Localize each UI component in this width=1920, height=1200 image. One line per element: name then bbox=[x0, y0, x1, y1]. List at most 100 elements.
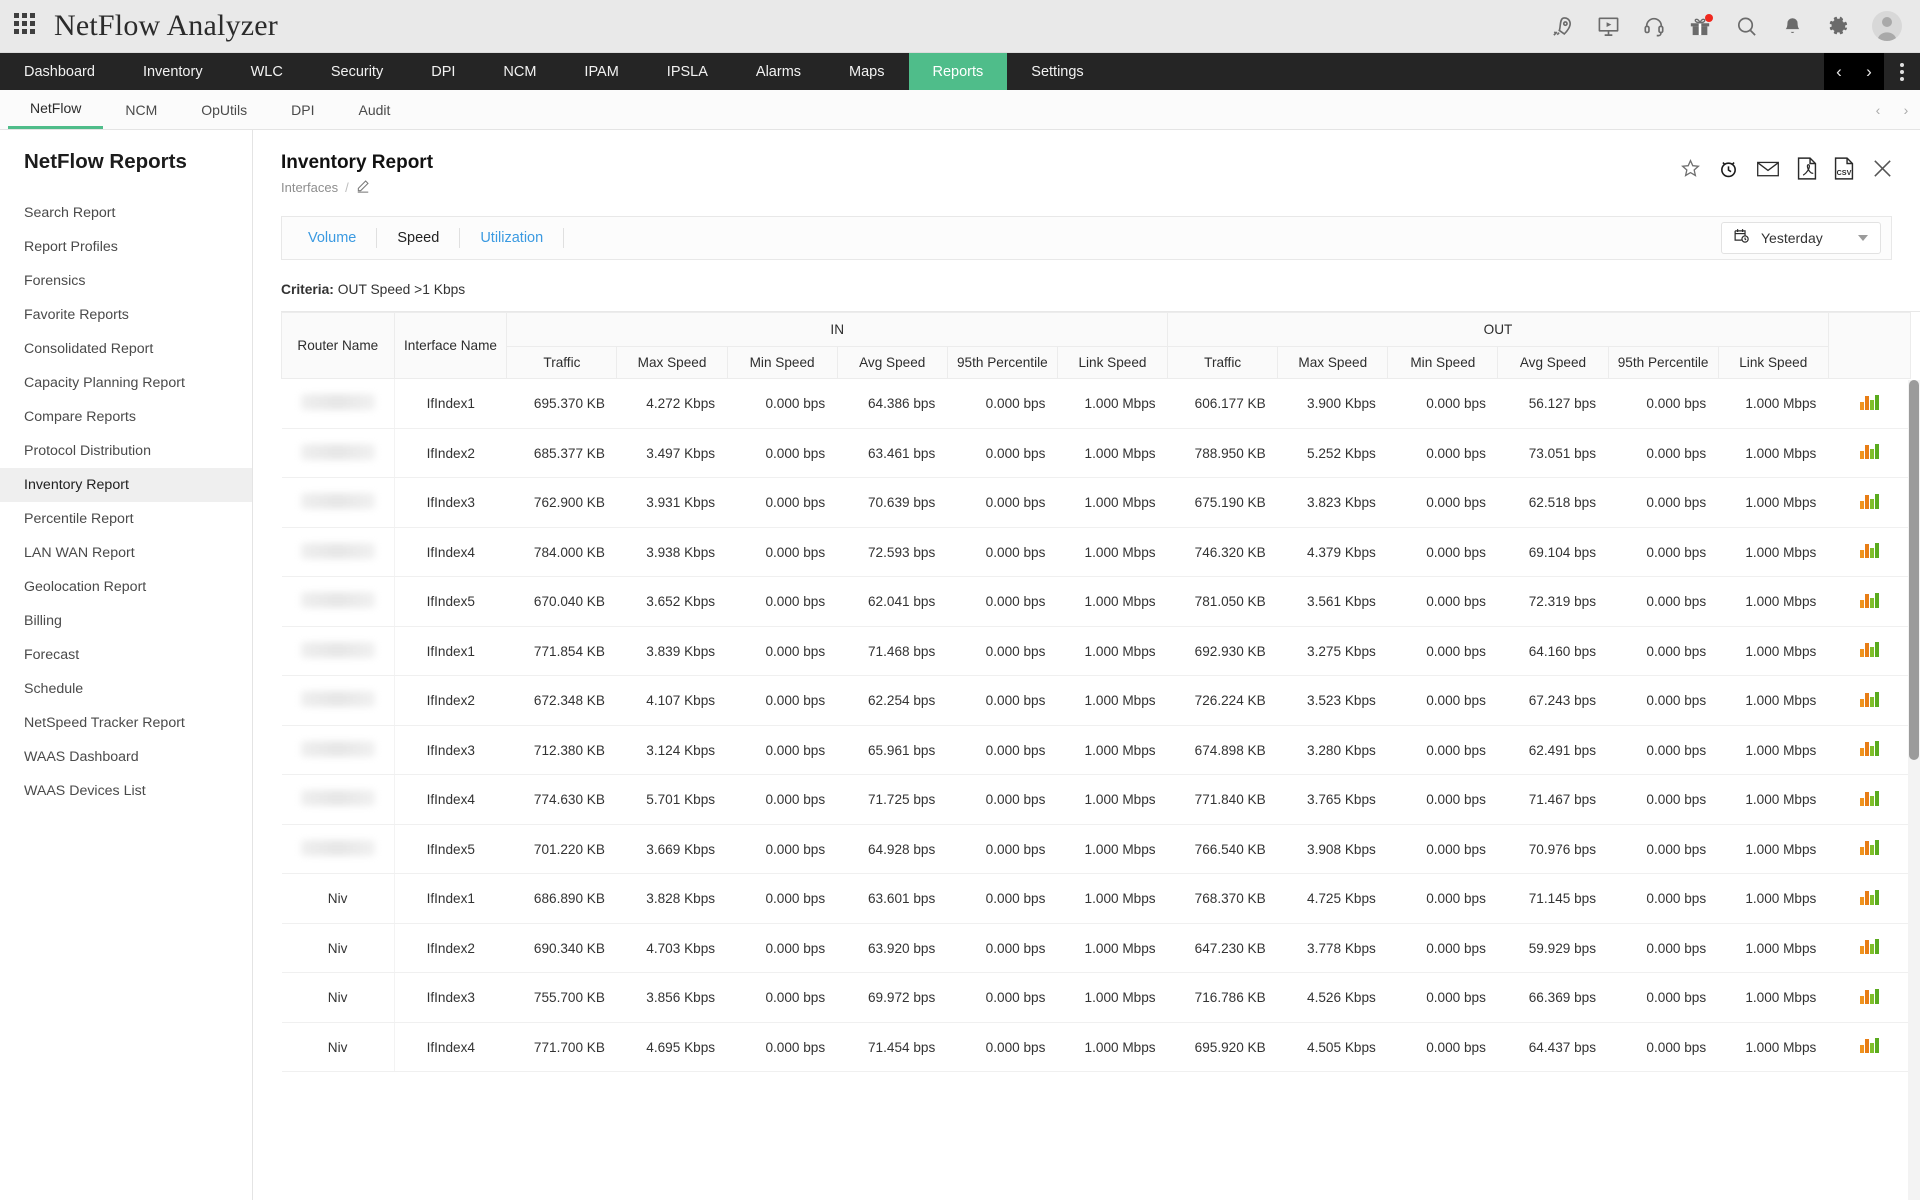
col-out-max-speed[interactable]: Max Speed bbox=[1278, 347, 1388, 379]
view-tab-volume[interactable]: Volume bbox=[288, 228, 377, 248]
nav-item-inventory[interactable]: Inventory bbox=[119, 53, 227, 90]
table-row[interactable]: NivIfIndex1686.890 KB3.828 Kbps0.000 bps… bbox=[282, 874, 1911, 924]
col-in-avg-speed[interactable]: Avg Speed bbox=[837, 347, 947, 379]
nav-item-ipsla[interactable]: IPSLA bbox=[643, 53, 732, 90]
headset-icon[interactable] bbox=[1642, 14, 1666, 38]
sidebar-item-compare-reports[interactable]: Compare Reports bbox=[0, 400, 252, 434]
bar-chart-icon[interactable] bbox=[1860, 890, 1879, 905]
table-row[interactable]: NivIfIndex2690.340 KB4.703 Kbps0.000 bps… bbox=[282, 923, 1911, 973]
sidebar-item-netspeed-tracker[interactable]: NetSpeed Tracker Report bbox=[0, 706, 252, 740]
bar-chart-icon[interactable] bbox=[1860, 494, 1879, 509]
gift-icon[interactable] bbox=[1688, 14, 1712, 38]
subnav-prev-icon[interactable]: ‹ bbox=[1864, 90, 1892, 129]
subnav-next-icon[interactable]: › bbox=[1892, 90, 1920, 129]
apps-grid-icon[interactable] bbox=[14, 13, 40, 39]
cell-chart-action[interactable] bbox=[1828, 874, 1910, 924]
table-row[interactable]: IfIndex5670.040 KB3.652 Kbps0.000 bps62.… bbox=[282, 577, 1911, 627]
nav-item-reports[interactable]: Reports bbox=[909, 53, 1008, 90]
star-icon[interactable] bbox=[1680, 158, 1701, 179]
pdf-icon[interactable] bbox=[1797, 157, 1817, 180]
sidebar-item-protocol-distribution[interactable]: Protocol Distribution bbox=[0, 434, 252, 468]
nav-prev-icon[interactable]: ‹ bbox=[1824, 53, 1854, 90]
bar-chart-icon[interactable] bbox=[1860, 395, 1879, 410]
nav-item-dashboard[interactable]: Dashboard bbox=[0, 53, 119, 90]
col-in-traffic[interactable]: Traffic bbox=[507, 347, 617, 379]
view-tab-speed[interactable]: Speed bbox=[377, 228, 460, 248]
table-row[interactable]: IfIndex3762.900 KB3.931 Kbps0.000 bps70.… bbox=[282, 478, 1911, 528]
close-icon[interactable] bbox=[1871, 157, 1894, 180]
vertical-scrollbar[interactable] bbox=[1908, 380, 1920, 1200]
col-out-link-speed[interactable]: Link Speed bbox=[1718, 347, 1828, 379]
bar-chart-icon[interactable] bbox=[1860, 1038, 1879, 1053]
bar-chart-icon[interactable] bbox=[1860, 444, 1879, 459]
sidebar-item-percentile-report[interactable]: Percentile Report bbox=[0, 502, 252, 536]
chevron-down-icon[interactable] bbox=[1858, 235, 1868, 241]
sidebar-item-schedule[interactable]: Schedule bbox=[0, 672, 252, 706]
col-out-min-speed[interactable]: Min Speed bbox=[1388, 347, 1498, 379]
sidebar-item-forecast[interactable]: Forecast bbox=[0, 638, 252, 672]
cell-chart-action[interactable] bbox=[1828, 379, 1910, 429]
sidebar-item-geolocation-report[interactable]: Geolocation Report bbox=[0, 570, 252, 604]
tab-ncm[interactable]: NCM bbox=[103, 90, 179, 129]
bar-chart-icon[interactable] bbox=[1860, 593, 1879, 608]
col-router-name[interactable]: Router Name bbox=[282, 313, 395, 379]
gear-icon[interactable] bbox=[1826, 14, 1850, 38]
date-range-picker[interactable]: Yesterday bbox=[1721, 222, 1881, 254]
table-row[interactable]: IfIndex4774.630 KB5.701 Kbps0.000 bps71.… bbox=[282, 775, 1911, 825]
bar-chart-icon[interactable] bbox=[1860, 642, 1879, 657]
sidebar-item-consolidated-report[interactable]: Consolidated Report bbox=[0, 332, 252, 366]
cell-chart-action[interactable] bbox=[1828, 577, 1910, 627]
breadcrumb-item[interactable]: Interfaces bbox=[281, 180, 338, 195]
nav-item-wlc[interactable]: WLC bbox=[227, 53, 307, 90]
bar-chart-icon[interactable] bbox=[1860, 939, 1879, 954]
bar-chart-icon[interactable] bbox=[1860, 791, 1879, 806]
cell-chart-action[interactable] bbox=[1828, 527, 1910, 577]
table-row[interactable]: NivIfIndex3755.700 KB3.856 Kbps0.000 bps… bbox=[282, 973, 1911, 1023]
cell-chart-action[interactable] bbox=[1828, 1022, 1910, 1072]
tab-netflow[interactable]: NetFlow bbox=[8, 90, 103, 129]
nav-item-security[interactable]: Security bbox=[307, 53, 407, 90]
sidebar-item-favorite-reports[interactable]: Favorite Reports bbox=[0, 298, 252, 332]
sidebar-item-lan-wan-report[interactable]: LAN WAN Report bbox=[0, 536, 252, 570]
table-row[interactable]: NivIfIndex4771.700 KB4.695 Kbps0.000 bps… bbox=[282, 1022, 1911, 1072]
report-table-container[interactable]: Router Name Interface Name IN OUT Traffi… bbox=[281, 311, 1920, 1200]
email-icon[interactable] bbox=[1756, 156, 1780, 180]
nav-item-maps[interactable]: Maps bbox=[825, 53, 908, 90]
presentation-icon[interactable] bbox=[1596, 14, 1620, 38]
cell-chart-action[interactable] bbox=[1828, 428, 1910, 478]
col-interface-name[interactable]: Interface Name bbox=[394, 313, 507, 379]
table-row[interactable]: IfIndex4784.000 KB3.938 Kbps0.000 bps72.… bbox=[282, 527, 1911, 577]
sidebar-item-inventory-report[interactable]: Inventory Report bbox=[0, 468, 252, 502]
tab-audit[interactable]: Audit bbox=[337, 90, 413, 129]
bar-chart-icon[interactable] bbox=[1860, 840, 1879, 855]
cell-chart-action[interactable] bbox=[1828, 824, 1910, 874]
col-in-max-speed[interactable]: Max Speed bbox=[617, 347, 727, 379]
nav-item-ncm[interactable]: NCM bbox=[479, 53, 560, 90]
table-row[interactable]: IfIndex5701.220 KB3.669 Kbps0.000 bps64.… bbox=[282, 824, 1911, 874]
view-tab-utilization[interactable]: Utilization bbox=[460, 228, 564, 248]
cell-chart-action[interactable] bbox=[1828, 676, 1910, 726]
col-out-traffic[interactable]: Traffic bbox=[1168, 347, 1278, 379]
nav-item-alarms[interactable]: Alarms bbox=[732, 53, 825, 90]
pencil-icon[interactable] bbox=[356, 179, 370, 196]
sidebar-item-capacity-planning[interactable]: Capacity Planning Report bbox=[0, 366, 252, 400]
table-row[interactable]: IfIndex1771.854 KB3.839 Kbps0.000 bps71.… bbox=[282, 626, 1911, 676]
table-row[interactable]: IfIndex2685.377 KB3.497 Kbps0.000 bps63.… bbox=[282, 428, 1911, 478]
sidebar-item-billing[interactable]: Billing bbox=[0, 604, 252, 638]
cell-chart-action[interactable] bbox=[1828, 725, 1910, 775]
nav-next-icon[interactable]: › bbox=[1854, 53, 1884, 90]
nav-item-ipam[interactable]: IPAM bbox=[560, 53, 642, 90]
csv-icon[interactable]: CSV bbox=[1834, 157, 1854, 180]
sidebar-item-forensics[interactable]: Forensics bbox=[0, 264, 252, 298]
col-in-min-speed[interactable]: Min Speed bbox=[727, 347, 837, 379]
bar-chart-icon[interactable] bbox=[1860, 543, 1879, 558]
bar-chart-icon[interactable] bbox=[1860, 692, 1879, 707]
cell-chart-action[interactable] bbox=[1828, 923, 1910, 973]
vertical-scrollbar-thumb[interactable] bbox=[1909, 380, 1919, 760]
sidebar-item-waas-devices-list[interactable]: WAAS Devices List bbox=[0, 774, 252, 808]
cell-chart-action[interactable] bbox=[1828, 478, 1910, 528]
sidebar-item-waas-dashboard[interactable]: WAAS Dashboard bbox=[0, 740, 252, 774]
bar-chart-icon[interactable] bbox=[1860, 989, 1879, 1004]
cell-chart-action[interactable] bbox=[1828, 626, 1910, 676]
table-row[interactable]: IfIndex1695.370 KB4.272 Kbps0.000 bps64.… bbox=[282, 379, 1911, 429]
